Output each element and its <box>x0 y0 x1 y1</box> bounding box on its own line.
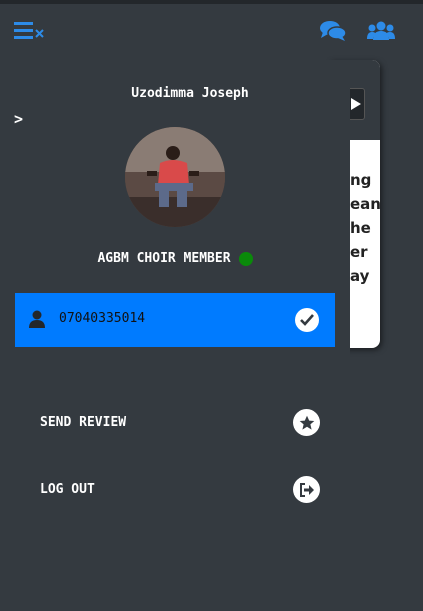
phone-number: 07040335014 <box>59 311 146 326</box>
check-icon[interactable] <box>295 308 319 332</box>
menu-close-icon[interactable] <box>14 21 48 41</box>
avatar[interactable] <box>125 127 225 227</box>
card-text-line: ng <box>350 171 372 189</box>
role-label: AGBM CHOIR MEMBER <box>97 251 231 266</box>
chat-icon[interactable] <box>320 20 346 42</box>
card-text-line: he <box>350 219 371 237</box>
chevron-right-icon[interactable]: > <box>14 110 23 128</box>
online-status-icon <box>238 251 253 266</box>
role-row: AGBM CHOIR MEMBER <box>0 251 350 266</box>
card-text: ng ean he er ay <box>350 168 380 288</box>
log-out-label: LOG OUT <box>40 482 95 497</box>
top-border <box>0 0 423 4</box>
sign-out-icon <box>293 476 320 503</box>
profile-name: Uzodimma Joseph <box>131 86 249 101</box>
card-text-line: ean <box>350 195 380 213</box>
star-icon <box>293 409 320 436</box>
user-icon <box>29 310 45 328</box>
side-drawer: > Uzodimma Joseph AGBM CHOIR MEMBER 0704… <box>0 60 350 611</box>
card-text-line: ay <box>350 267 370 285</box>
send-review-button[interactable]: SEND REVIEW <box>40 409 320 439</box>
card-text-line: er <box>350 243 368 261</box>
phone-number-bar[interactable]: 07040335014 <box>15 293 335 347</box>
log-out-button[interactable]: LOG OUT <box>40 476 320 506</box>
group-icon[interactable] <box>367 20 395 42</box>
send-review-label: SEND REVIEW <box>40 415 127 430</box>
